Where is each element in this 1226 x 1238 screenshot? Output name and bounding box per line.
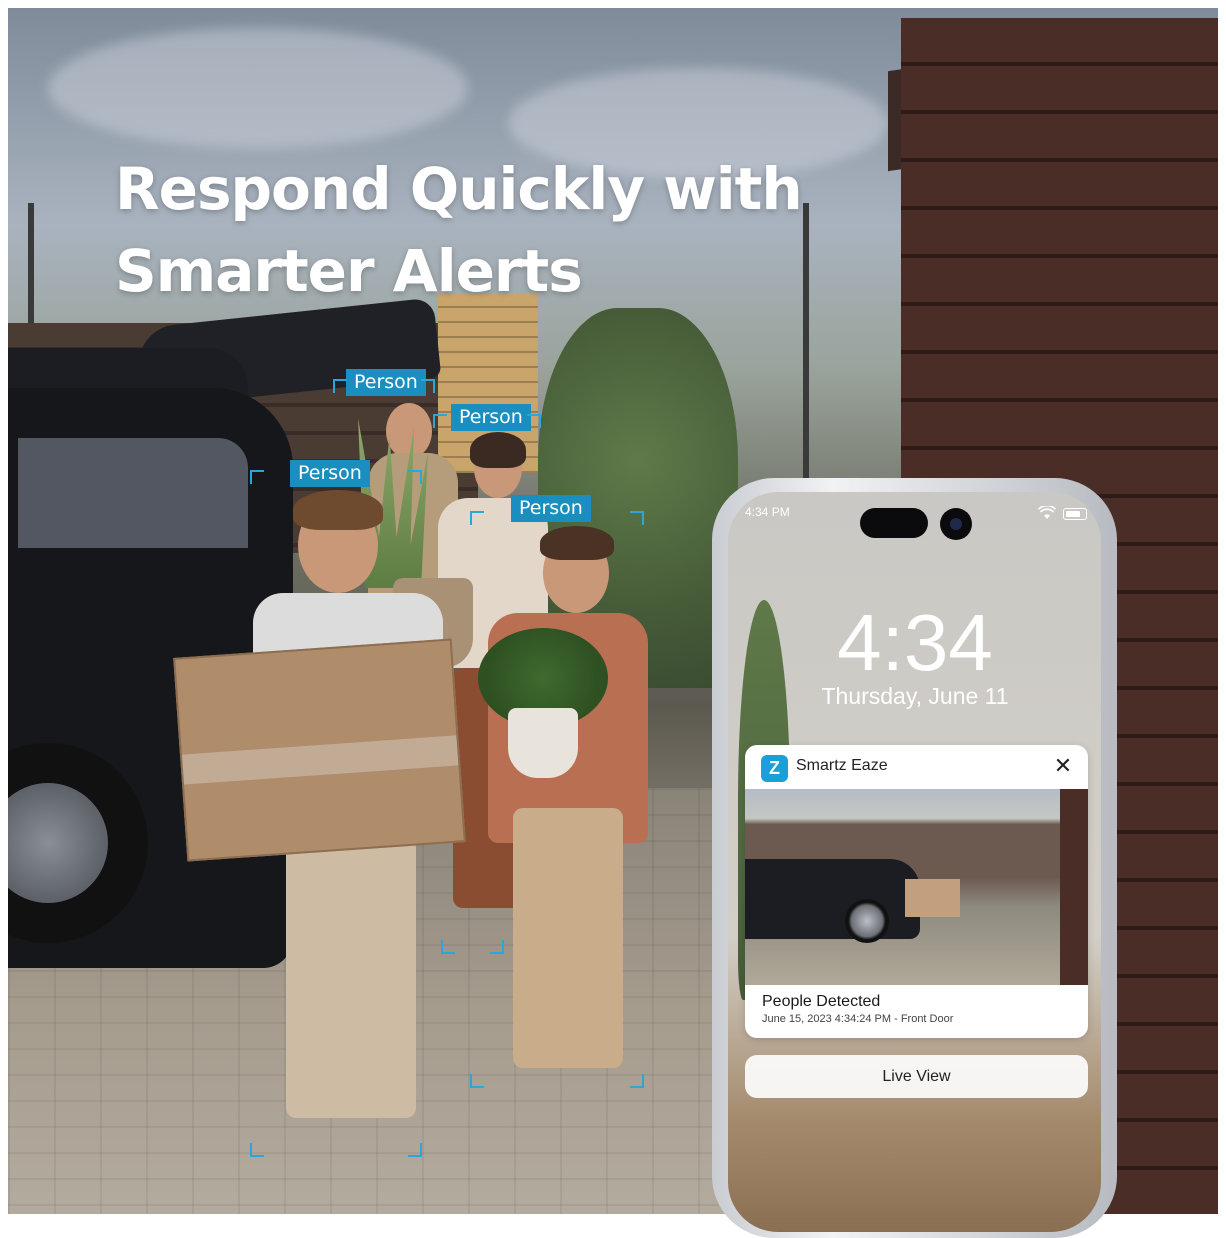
car-window <box>18 438 248 548</box>
headline-line-1: Respond Quickly with <box>115 155 803 223</box>
person-boy-legs <box>513 808 623 1068</box>
notification-subtitle: June 15, 2023 4:34:24 PM - Front Door <box>762 1013 954 1025</box>
detection-corner <box>421 379 435 393</box>
lock-screen-clock: 4:34 <box>837 598 993 687</box>
plant-pot <box>508 708 578 778</box>
snapshot-wall <box>1060 789 1088 985</box>
headline-line-2: Smarter Alerts <box>115 237 583 305</box>
detection-label: Person <box>451 404 531 431</box>
wifi-icon <box>1037 504 1057 520</box>
status-bar-time: 4:34 PM <box>745 505 790 519</box>
battery-level <box>1066 511 1080 517</box>
person-mother-hair <box>470 432 526 468</box>
cloud <box>48 28 468 148</box>
snapshot-box <box>905 879 960 917</box>
packing-tape <box>181 735 459 785</box>
person-father-head <box>386 403 432 459</box>
detection-label: Person <box>346 369 426 396</box>
detection-corner <box>408 1143 422 1157</box>
cardboard-box <box>173 638 466 862</box>
detection-corner <box>490 940 504 954</box>
detection-label: Person <box>290 460 370 487</box>
app-logo-icon: Z <box>761 755 788 782</box>
person-girl-hair <box>293 490 383 530</box>
person-boy-hair <box>540 526 614 560</box>
headline: Respond Quickly with Smarter Alerts <box>115 148 803 312</box>
person-girl-legs <box>286 838 416 1118</box>
lock-screen-date: Thursday, June 11 <box>821 683 1009 709</box>
snapshot-car <box>745 859 920 939</box>
snapshot-wheel <box>845 899 889 943</box>
utility-pole <box>803 203 809 483</box>
detection-corner <box>630 511 644 525</box>
detection-corner <box>433 414 447 428</box>
close-icon[interactable]: ✕ <box>1051 755 1075 779</box>
detection-corner <box>441 940 455 954</box>
detection-corner <box>333 379 347 393</box>
detection-corner <box>630 1074 644 1088</box>
push-notification[interactable]: Z Smartz Eaze ✕ People Detected June 15,… <box>745 745 1088 1038</box>
camera-lens <box>950 518 962 530</box>
detection-corner <box>250 1143 264 1157</box>
detection-corner <box>527 414 541 428</box>
dynamic-island <box>860 508 928 538</box>
battery-icon <box>1063 508 1087 520</box>
detection-corner <box>470 511 484 525</box>
live-view-button[interactable]: Live View <box>745 1055 1088 1098</box>
detection-corner <box>408 470 422 484</box>
notification-app-name: Smartz Eaze <box>796 757 888 774</box>
notification-title: People Detected <box>762 993 881 1010</box>
detection-corner <box>470 1074 484 1088</box>
detection-corner <box>250 470 264 484</box>
notification-snapshot[interactable] <box>745 789 1088 985</box>
detection-label: Person <box>511 495 591 522</box>
